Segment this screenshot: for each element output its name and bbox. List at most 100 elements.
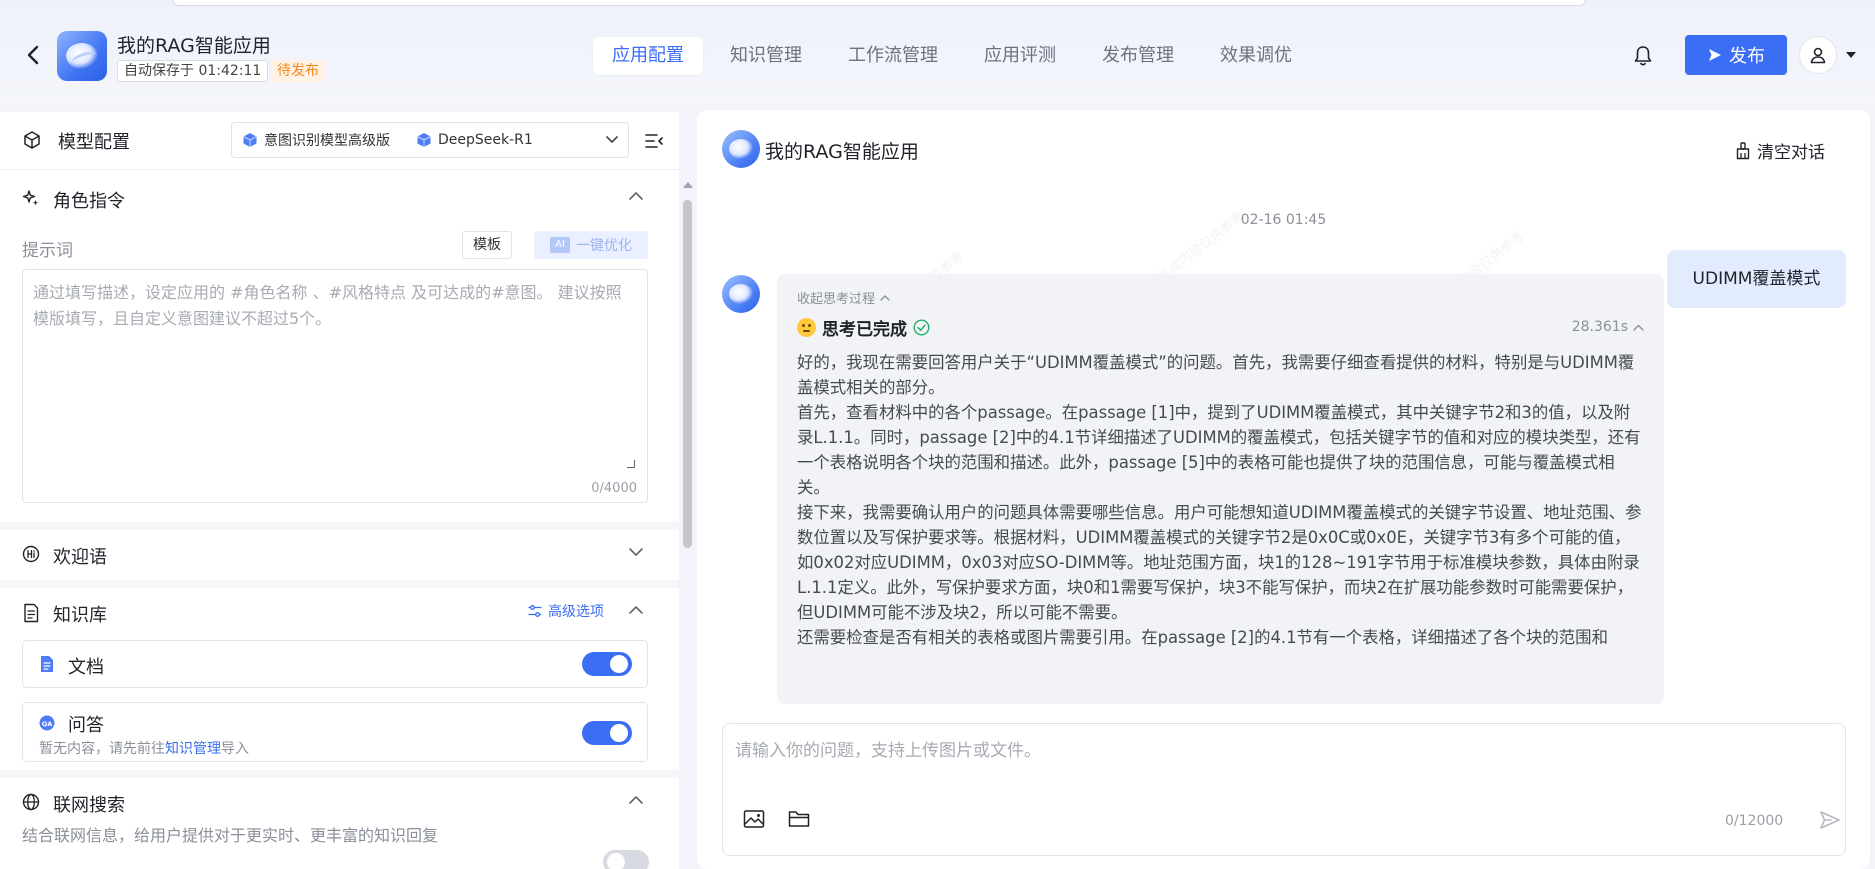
collapse-panel-icon [645, 134, 663, 148]
kb-section-title: 知识库 [53, 605, 107, 626]
web-search-description: 结合联网信息，给用户提供对于更实时、更丰富的知识回复 [22, 826, 439, 845]
chevron-down-icon [606, 136, 618, 143]
template-button[interactable]: 模板 [462, 231, 512, 259]
role-section-header[interactable]: 角色指令 [0, 174, 679, 224]
role-section-title: 角色指令 [53, 191, 125, 212]
upload-file-button[interactable] [788, 809, 810, 833]
prompt-char-count: 0/4000 [591, 481, 637, 496]
app-header: 我的RAG智能应用 自动保存于 01:42:11 待发布 应用配置 知识管理 工… [0, 0, 1875, 104]
web-search-section-title: 联网搜索 [53, 795, 125, 816]
chat-input-box: 0/12000 [722, 723, 1846, 856]
kb-item-subtitle: 暂无内容，请先前往知识管理导入 [39, 741, 249, 757]
scroll-thumb[interactable] [683, 200, 692, 548]
tab-knowledge[interactable]: 知识管理 [711, 37, 821, 75]
clear-chat-label: 清空对话 [1757, 143, 1825, 163]
thinking-paragraph: 好的，我现在需要回答用户关于“UDIMM覆盖模式”的问题。首先，我需要仔细查看提… [797, 353, 1635, 397]
chevron-up-icon [629, 796, 643, 804]
model-config-row: 模型配置 意图识别模型高级版 DeepSeek-R1 [0, 112, 679, 170]
chevron-up-icon [629, 192, 643, 200]
user-icon [1810, 47, 1826, 64]
thinking-paragraph: 还需要检查是否有相关的表格或图片需要引用。在passage [2]的4.1节有一… [797, 628, 1608, 647]
svg-text:QA: QA [42, 720, 53, 728]
config-scrollbar[interactable] [680, 178, 694, 869]
chat-input[interactable] [735, 738, 1825, 778]
web-search-toggle[interactable] [603, 850, 649, 869]
welcome-section-title: 欢迎语 [53, 547, 107, 568]
tab-workflow[interactable]: 工作流管理 [829, 37, 957, 75]
kb-item-title: 文档 [68, 657, 104, 678]
ai-icon: AI [550, 237, 570, 253]
thinking-paragraph: 首先，查看材料中的各个passage。在passage [1]中，提到了UDIM… [797, 403, 1641, 497]
broom-icon [1736, 141, 1750, 159]
check-circle-icon [913, 319, 930, 336]
status-badge: 待发布 [271, 60, 325, 82]
section-divider [0, 770, 679, 778]
welcome-section-header[interactable]: 欢迎语 [0, 530, 679, 580]
thinking-duration[interactable]: 28.361s [1572, 319, 1644, 335]
send-button[interactable] [1819, 810, 1841, 834]
advanced-options-link[interactable]: 高级选项 [528, 601, 604, 621]
chevron-up-icon [880, 295, 890, 301]
avatar [1799, 36, 1837, 74]
advanced-options-label: 高级选项 [548, 604, 604, 620]
prompt-input[interactable] [23, 270, 647, 470]
message-timestamp: 02-16 01:45 [1240, 212, 1327, 228]
chat-app-logo [722, 130, 760, 168]
thinking-status: 思考已完成 [797, 315, 930, 340]
tab-app-config[interactable]: 应用配置 [593, 37, 703, 75]
section-divider [0, 522, 679, 530]
model-config-title: 模型配置 [58, 132, 130, 153]
caret-down-icon [1846, 52, 1856, 58]
tab-publish[interactable]: 发布管理 [1083, 37, 1193, 75]
kb-qa-toggle[interactable] [582, 721, 632, 745]
send-icon [1820, 811, 1840, 829]
bot-avatar [722, 275, 760, 313]
document-icon [24, 603, 39, 623]
model-cube-icon [243, 133, 257, 147]
thinking-face-icon [797, 318, 816, 337]
thinking-content: 好的，我现在需要回答用户关于“UDIMM覆盖模式”的问题。首先，我需要仔细查看提… [797, 350, 1642, 650]
kb-document-toggle[interactable] [582, 652, 632, 676]
publish-button[interactable]: 发布 [1685, 35, 1787, 75]
thinking-time-value: 28.361s [1571, 319, 1628, 335]
scroll-up-arrow[interactable] [683, 182, 693, 188]
hi-icon [22, 545, 40, 563]
sparkle-icon [22, 190, 39, 206]
app-logo [57, 31, 107, 81]
chevron-up-icon [1633, 324, 1644, 331]
chevron-up-icon [629, 606, 643, 614]
chevron-down-icon [629, 548, 643, 556]
globe-icon [22, 793, 40, 811]
clear-chat-button[interactable]: 清空对话 [1735, 138, 1825, 163]
input-char-count: 0/12000 [1725, 813, 1784, 829]
model-cube-icon [417, 133, 431, 147]
back-button[interactable] [24, 44, 44, 66]
tab-tuning[interactable]: 效果调优 [1201, 37, 1311, 75]
notification-button[interactable] [1632, 44, 1654, 68]
bot-message: 收起思考过程 思考已完成 28.361s 好的，我现在需要回答用户关于“UDIM… [777, 274, 1664, 704]
image-icon [743, 810, 765, 828]
panel-collapse-button[interactable] [644, 132, 664, 154]
knowledge-manage-link[interactable]: 知识管理 [165, 741, 221, 757]
tab-evaluation[interactable]: 应用评测 [965, 37, 1075, 75]
qa-icon: QA [39, 715, 55, 731]
user-menu[interactable] [1799, 36, 1857, 74]
optimize-button[interactable]: AI 一键优化 [534, 231, 648, 259]
kb-item-title: 问答 [68, 715, 104, 736]
nav-tabs: 应用配置 知识管理 工作流管理 应用评测 发布管理 效果调优 [593, 37, 1311, 75]
collapse-thinking-label: 收起思考过程 [797, 292, 876, 307]
model-select[interactable]: 意图识别模型高级版 DeepSeek-R1 [231, 122, 629, 158]
upload-image-button[interactable] [743, 809, 765, 833]
send-icon [1709, 49, 1721, 61]
chevron-left-icon [27, 45, 39, 65]
main-model-name: DeepSeek-R1 [438, 132, 533, 148]
web-search-section-header[interactable]: 联网搜索 [0, 778, 679, 828]
bell-icon [1634, 46, 1652, 66]
publish-label: 发布 [1729, 46, 1765, 67]
resize-handle[interactable] [627, 460, 635, 468]
collapse-thinking-button[interactable]: 收起思考过程 [797, 288, 890, 307]
cube-icon [24, 131, 40, 149]
chat-panel: AI生成内容仅供参考 AI生成内容仅供参考 AI生成内容仅供参考 AI生成内容仅… [697, 110, 1870, 869]
user-message: UDIMM覆盖模式 [1667, 250, 1846, 308]
section-divider [0, 580, 679, 588]
